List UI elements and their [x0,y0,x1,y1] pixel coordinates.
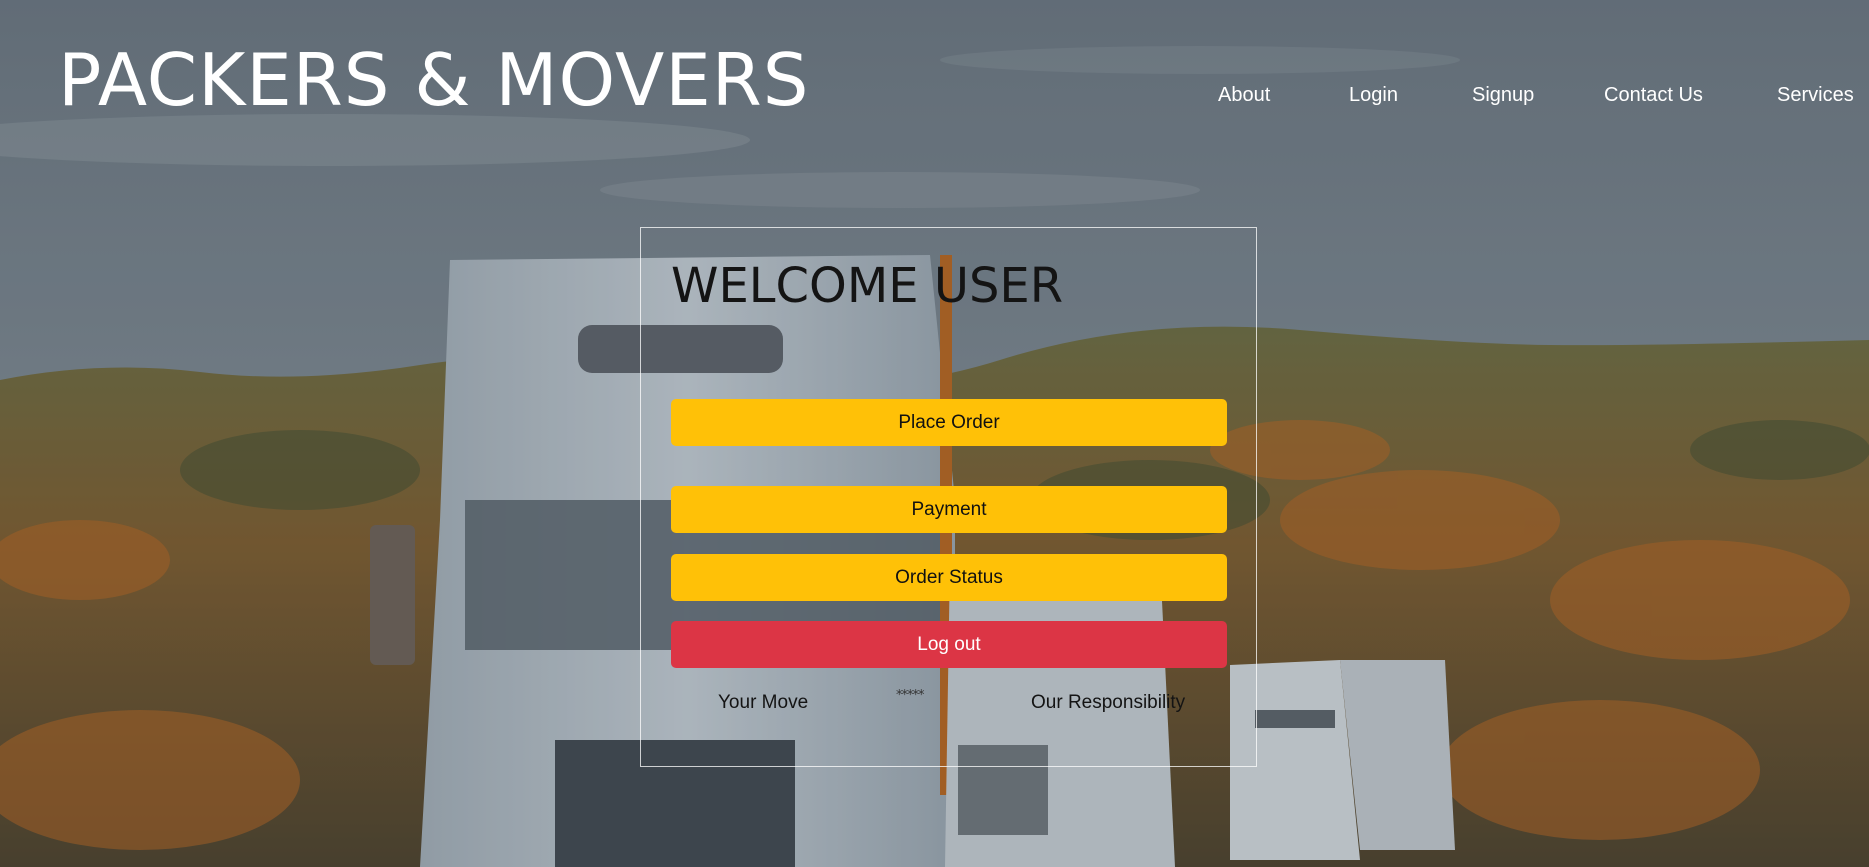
tagline-your-move: Your Move [718,692,809,713]
tagline-our-responsibility: Our Responsibility [1031,692,1186,713]
nav-signup[interactable]: Signup [1472,84,1534,107]
welcome-card: WELCOME USER Place Order Payment Order S… [640,227,1257,767]
site-logo-title[interactable]: PACKERS & MOVERS [58,44,809,116]
nav-contact-us[interactable]: Contact Us [1604,84,1703,107]
nav-login[interactable]: Login [1349,84,1398,107]
order-status-button[interactable]: Order Status [671,554,1227,601]
welcome-heading: WELCOME USER [671,258,1064,314]
page: PACKERS & MOVERS About Login Signup Cont… [0,0,1869,867]
tagline-stars: ***** [896,688,924,703]
nav-about[interactable]: About [1218,84,1270,107]
place-order-button[interactable]: Place Order [671,399,1227,446]
logout-button[interactable]: Log out [671,621,1227,668]
nav-services[interactable]: Services [1777,84,1854,107]
payment-button[interactable]: Payment [671,486,1227,533]
main-nav: About Login Signup Contact Us Services [1180,84,1869,112]
